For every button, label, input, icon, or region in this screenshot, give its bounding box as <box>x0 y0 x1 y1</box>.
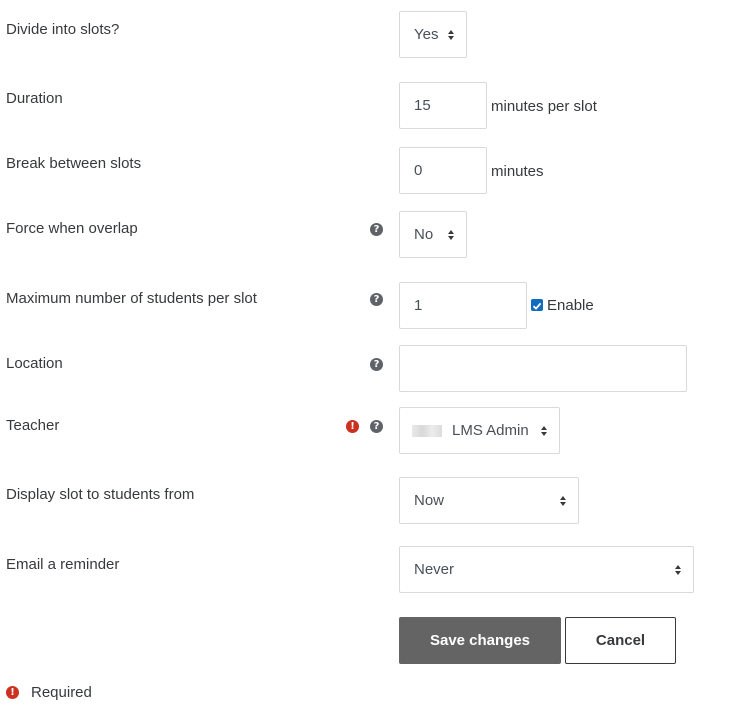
exclamation-circle-icon: ! <box>6 686 19 699</box>
duration-value: 15 <box>414 97 431 114</box>
duration-input[interactable]: 15 <box>399 82 487 129</box>
divide-slots-label: Divide into slots? <box>6 21 120 38</box>
sort-arrows-icon <box>448 229 454 240</box>
sort-arrows-icon <box>560 495 566 506</box>
question-circle-icon[interactable]: ? <box>370 293 383 306</box>
break-input[interactable]: 0 <box>399 147 487 194</box>
sort-arrows-icon <box>675 564 681 575</box>
display-from-label: Display slot to students from <box>6 486 195 503</box>
exclamation-circle-icon: ! <box>346 420 359 433</box>
display-from-value: Now <box>414 492 445 509</box>
divide-slots-value: Yes <box>414 26 439 43</box>
duration-suffix: minutes per slot <box>491 98 597 115</box>
max-students-input[interactable]: 1 <box>399 282 527 329</box>
question-circle-icon[interactable]: ? <box>370 223 383 236</box>
sort-arrows-icon <box>541 425 547 436</box>
question-circle-icon[interactable]: ? <box>370 420 383 433</box>
location-label: Location <box>6 355 63 372</box>
enable-checkbox[interactable] <box>531 299 543 311</box>
email-reminder-select[interactable]: Never <box>399 546 694 593</box>
break-suffix: minutes <box>491 163 544 180</box>
save-changes-button[interactable]: Save changes <box>399 617 561 664</box>
display-from-select[interactable]: Now <box>399 477 579 524</box>
duration-label: Duration <box>6 90 63 107</box>
force-overlap-label: Force when overlap <box>6 220 138 237</box>
divide-slots-select[interactable]: Yes <box>399 11 467 58</box>
email-reminder-value: Never <box>414 561 455 578</box>
break-label: Break between slots <box>6 155 142 172</box>
break-value: 0 <box>414 162 423 179</box>
teacher-value: LMS Admin <box>452 422 529 439</box>
required-note: Required <box>31 684 92 701</box>
teacher-label: Teacher <box>6 417 60 434</box>
location-input[interactable] <box>399 345 687 392</box>
question-circle-icon[interactable]: ? <box>370 358 383 371</box>
cancel-button[interactable]: Cancel <box>565 617 676 664</box>
check-icon <box>532 302 542 310</box>
force-overlap-value: No <box>414 226 434 243</box>
email-reminder-label: Email a reminder <box>6 556 120 573</box>
max-students-value: 1 <box>414 297 423 314</box>
enable-label: Enable <box>547 297 594 314</box>
avatar <box>412 424 442 437</box>
max-students-label: Maximum number of students per slot <box>6 290 257 307</box>
teacher-select[interactable]: LMS Admin <box>399 407 560 454</box>
force-overlap-select[interactable]: No <box>399 211 467 258</box>
sort-arrows-icon <box>448 29 454 40</box>
